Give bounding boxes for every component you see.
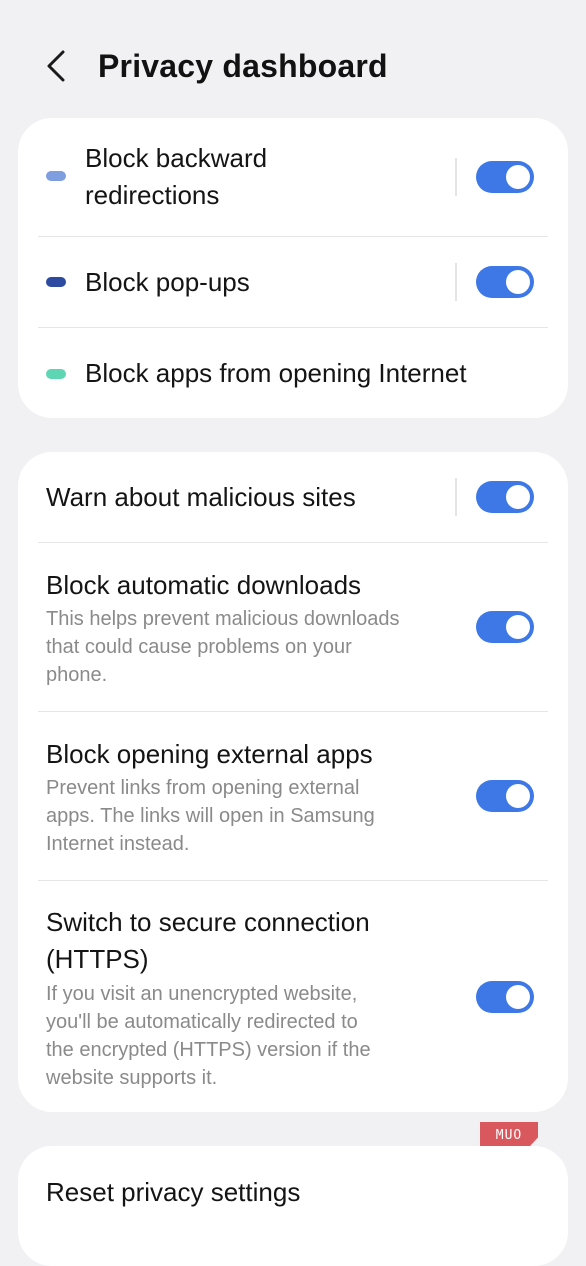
warn-malicious-sites-label: Warn about malicious sites xyxy=(46,482,356,512)
block-automatic-downloads-description: This helps prevent malicious downloads t… xyxy=(46,608,400,686)
back-button[interactable] xyxy=(36,44,80,88)
block-automatic-downloads-row[interactable]: Block automatic downloads This helps pre… xyxy=(18,543,568,711)
switch-secure-connection-toggle[interactable] xyxy=(476,981,534,1013)
toggle-knob xyxy=(506,165,530,189)
toggle-knob xyxy=(506,985,530,1009)
block-backward-redirections-toggle[interactable] xyxy=(476,161,534,193)
block-backward-redirections-row[interactable]: Block backward redirections xyxy=(18,118,568,236)
block-opening-external-apps-toggle[interactable] xyxy=(476,780,534,812)
block-automatic-downloads-toggle[interactable] xyxy=(476,611,534,643)
switch-secure-connection-description: If you visit an unencrypted website, you… xyxy=(46,983,371,1089)
block-popups-toggle[interactable] xyxy=(476,266,534,298)
reset-privacy-settings-row[interactable]: Reset privacy settings xyxy=(18,1146,568,1266)
chevron-left-icon xyxy=(47,50,65,82)
toggle-knob xyxy=(506,615,530,639)
switch-secure-connection-label: Switch to secure connection (HTTPS) xyxy=(46,907,370,974)
row-separator xyxy=(455,263,457,301)
reset-card: Reset privacy settings xyxy=(18,1146,568,1266)
page-title: Privacy dashboard xyxy=(98,48,388,84)
row-separator xyxy=(455,478,457,516)
block-popups-label: Block pop-ups xyxy=(85,267,250,297)
reset-privacy-settings-label: Reset privacy settings xyxy=(46,1177,301,1207)
header: Privacy dashboard xyxy=(0,0,586,120)
warn-malicious-sites-row[interactable]: Warn about malicious sites xyxy=(18,452,568,542)
block-apps-opening-internet-label: Block apps from opening Internet xyxy=(85,358,467,388)
status-dot-icon xyxy=(46,171,66,181)
toggle-knob xyxy=(506,485,530,509)
block-apps-opening-internet-row[interactable]: Block apps from opening Internet xyxy=(18,328,568,418)
block-popups-row[interactable]: Block pop-ups xyxy=(18,237,568,327)
switch-secure-connection-row[interactable]: Switch to secure connection (HTTPS) If y… xyxy=(18,881,568,1112)
row-separator xyxy=(455,158,457,196)
security-card: Warn about malicious sites Block automat… xyxy=(18,452,568,1112)
block-opening-external-apps-label: Block opening external apps xyxy=(46,739,373,769)
status-dot-icon xyxy=(46,277,66,287)
block-opening-external-apps-description: Prevent links from opening external apps… xyxy=(46,777,375,855)
block-opening-external-apps-row[interactable]: Block opening external apps Prevent link… xyxy=(18,712,568,880)
toggle-knob xyxy=(506,270,530,294)
toggle-knob xyxy=(506,784,530,808)
status-dot-icon xyxy=(46,369,66,379)
warn-malicious-sites-toggle[interactable] xyxy=(476,481,534,513)
block-automatic-downloads-label: Block automatic downloads xyxy=(46,570,362,600)
blocking-card: Block backward redirections Block pop-up… xyxy=(18,118,568,418)
block-backward-redirections-label: Block backward redirections xyxy=(85,143,268,210)
